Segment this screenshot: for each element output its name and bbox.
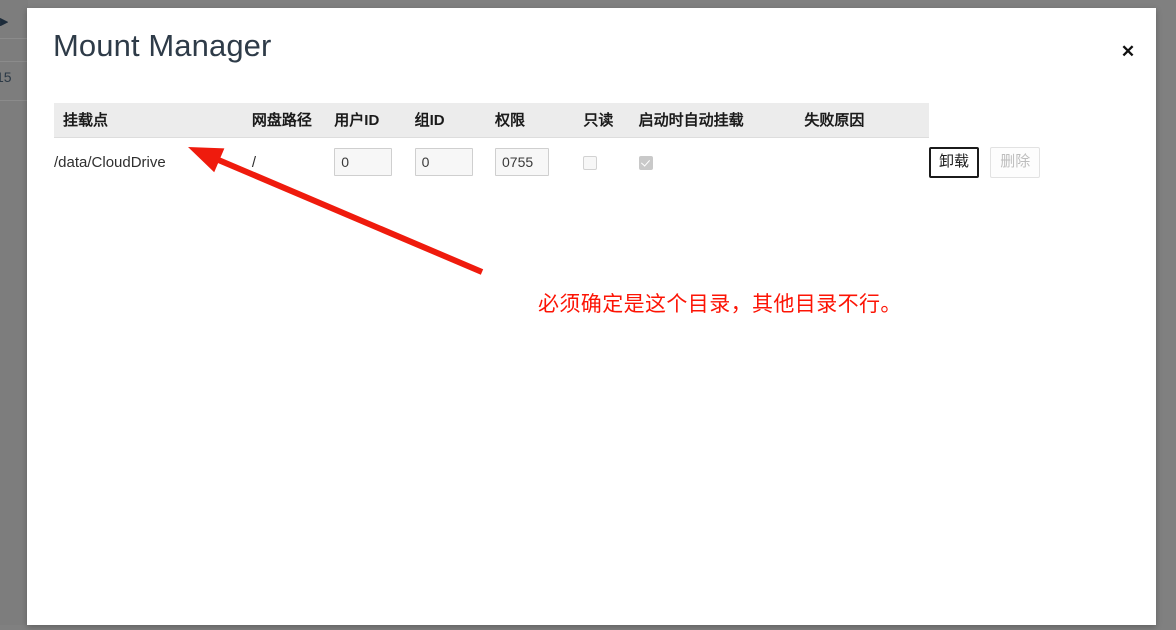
mount-table-body: /data/CloudDrive / 0 0 0755 卸载 删除 (54, 137, 1130, 187)
group-id-input[interactable] (414, 148, 473, 177)
user-id-input[interactable] (334, 148, 393, 177)
column-header-mount-point: 挂载点 (54, 103, 252, 138)
cell-permission (495, 138, 583, 187)
background-divider (0, 61, 28, 62)
background-divider (0, 100, 28, 101)
cell-actions: 卸载 删除 (929, 137, 1130, 187)
background-caret-icon: ▶ (0, 18, 8, 26)
dialog-header: Mount Manager ✕ (27, 8, 1156, 84)
mount-table-container: 挂载点 网盘路径 用户ID 组ID 权限 只读 启动时自动挂载 失败原因 /da… (54, 103, 1130, 187)
auto-mount-checkbox (638, 155, 653, 170)
cell-cloud-path: / (251, 153, 257, 171)
column-header-failure-reason: 失败原因 (804, 103, 929, 138)
background-page-sliver: ▶ 15 (0, 0, 28, 625)
column-header-read-only: 只读 (583, 103, 639, 138)
unmount-button[interactable]: 卸载 (929, 146, 980, 178)
cell-auto-mount (638, 138, 805, 187)
column-header-actions (929, 103, 1130, 138)
cell-group-id (414, 138, 495, 187)
background-page-number: 15 (0, 69, 12, 85)
mount-table: 挂载点 网盘路径 用户ID 组ID 权限 只读 启动时自动挂载 失败原因 /da… (54, 103, 1130, 187)
close-icon[interactable]: ✕ (1114, 38, 1142, 66)
cell-read-only (583, 138, 638, 187)
column-header-permission: 权限 (495, 103, 584, 138)
mount-table-head: 挂载点 网盘路径 用户ID 组ID 权限 只读 启动时自动挂载 失败原因 (54, 103, 1130, 138)
table-row: /data/CloudDrive / 0 0 0755 卸载 删除 (54, 137, 1130, 187)
permission-input[interactable] (495, 148, 549, 177)
cell-user-id (334, 138, 414, 187)
column-header-user-id: 用户ID (334, 103, 415, 138)
cell-failure-reason (804, 138, 929, 187)
column-header-group-id: 组ID (414, 103, 495, 138)
delete-button: 删除 (990, 146, 1041, 178)
read-only-checkbox[interactable] (583, 155, 598, 170)
column-header-cloud-path: 网盘路径 (251, 103, 335, 138)
column-header-auto-mount: 启动时自动挂载 (638, 103, 805, 138)
background-divider (0, 38, 28, 39)
table-header-row: 挂载点 网盘路径 用户ID 组ID 权限 只读 启动时自动挂载 失败原因 (54, 103, 1130, 138)
page-title: Mount Manager (53, 28, 272, 63)
mount-manager-dialog: Mount Manager ✕ 挂载点 网盘路径 用户ID 组ID 权限 只读 … (27, 8, 1156, 625)
cell-mount-point: /data/CloudDrive (54, 153, 166, 171)
